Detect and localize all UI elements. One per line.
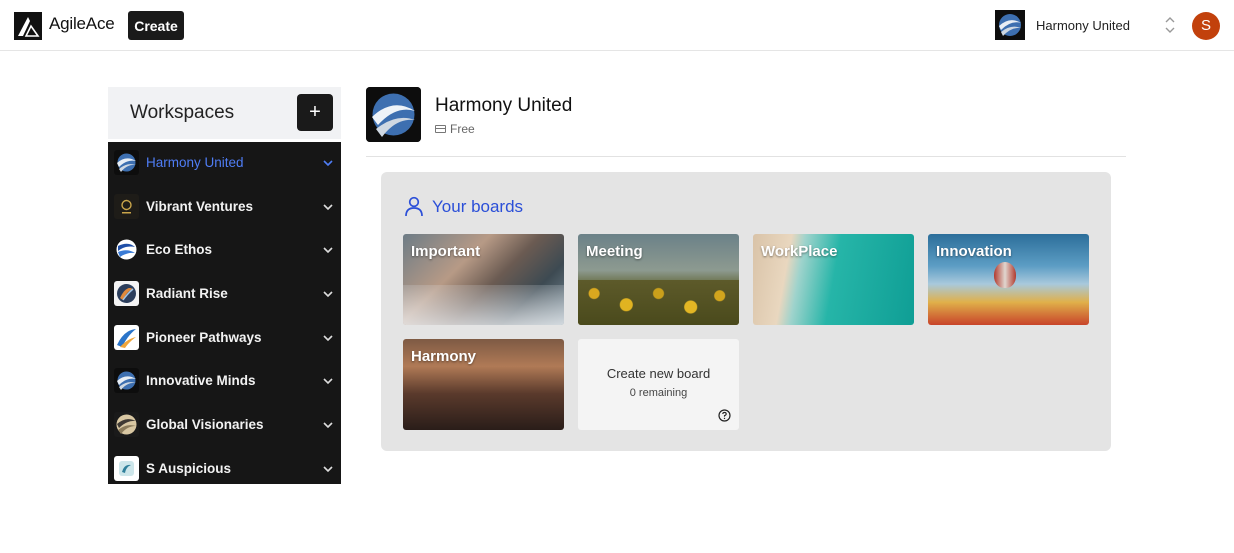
- board-background: [578, 280, 739, 325]
- eco-logo-icon: [114, 237, 139, 263]
- boards-remaining: 0 remaining: [629, 387, 688, 399]
- organization-logo-icon: [366, 87, 421, 142]
- innovative-logo-icon: [114, 368, 139, 394]
- create-button[interactable]: Create: [128, 11, 184, 40]
- user-icon: [405, 196, 423, 217]
- harmony-logo-icon: [114, 150, 139, 175]
- chevron-down-icon: [323, 160, 333, 167]
- board-card-meeting[interactable]: Meeting: [578, 234, 739, 325]
- sidebar-item-label: S Auspicious: [146, 460, 232, 476]
- sidebar-item-label: Radiant Rise: [146, 286, 228, 302]
- sidebar-item-label: Pioneer Pathways: [146, 329, 262, 345]
- sidebar-item-radiant-rise[interactable]: Radiant Rise: [108, 273, 341, 317]
- workspace-list: Harmony United Vibrant Ventures Eco Etho…: [108, 142, 341, 484]
- board-title: WorkPlace: [761, 243, 838, 260]
- workspaces-sidebar: Workspaces + Harmony United Vibrant Vent…: [108, 87, 341, 484]
- sidebar-item-label: Vibrant Ventures: [146, 198, 254, 214]
- top-bar: AgileAce Create Harmony United S: [0, 0, 1234, 51]
- workspaces-title: Workspaces: [130, 102, 235, 123]
- sidebar-item-harmony-united[interactable]: Harmony United: [108, 142, 341, 186]
- plan-label: Free: [450, 122, 475, 136]
- plan-badge: Free: [435, 122, 475, 136]
- chevron-down-icon: [323, 422, 333, 429]
- sidebar-item-label: Global Visionaries: [146, 417, 264, 433]
- agileace-logo-icon[interactable]: [14, 12, 42, 40]
- boards-title: Your boards: [432, 197, 524, 216]
- divider: [366, 156, 1126, 157]
- chevron-down-icon: [323, 291, 333, 298]
- board-title: Innovation: [936, 243, 1012, 260]
- board-title: Important: [411, 243, 481, 260]
- hot-air-balloon-image: [994, 262, 1016, 288]
- sidebar-item-s-auspicious[interactable]: S Auspicious: [108, 448, 341, 492]
- workspaces-header: Workspaces +: [108, 87, 341, 139]
- credit-card-icon: [435, 125, 446, 133]
- sidebar-item-pioneer-pathways[interactable]: Pioneer Pathways: [108, 317, 341, 361]
- radiant-logo-icon: [114, 281, 139, 307]
- global-logo-icon: [114, 412, 139, 438]
- sidebar-item-innovative-minds[interactable]: Innovative Minds: [108, 360, 341, 404]
- board-card-important[interactable]: Important: [403, 234, 564, 325]
- vibrant-logo-icon: [114, 193, 139, 219]
- pioneer-logo-icon: [114, 324, 139, 350]
- board-card-workplace[interactable]: WorkPlace: [753, 234, 914, 325]
- help-circle-icon[interactable]: [718, 409, 731, 422]
- organization-name: Harmony United: [435, 95, 573, 116]
- current-workspace-name: Harmony United: [1036, 18, 1130, 33]
- chevron-up-down-icon: [1163, 14, 1177, 36]
- create-new-board-button[interactable]: Create new board 0 remaining: [578, 339, 739, 430]
- sidebar-item-label: Harmony United: [146, 155, 244, 170]
- user-avatar[interactable]: S: [1192, 12, 1220, 40]
- board-title: Harmony: [411, 348, 477, 365]
- sidebar-item-vibrant-ventures[interactable]: Vibrant Ventures: [108, 186, 341, 230]
- sidebar-item-label: Eco Ethos: [146, 242, 213, 258]
- sidebar-item-global-visionaries[interactable]: Global Visionaries: [108, 404, 341, 448]
- chevron-down-icon: [323, 247, 333, 254]
- boards-panel: Your boards Important Meeting WorkPlace …: [381, 172, 1111, 451]
- board-title: Meeting: [586, 243, 643, 260]
- auspicious-logo-icon: [114, 455, 139, 481]
- create-board-title: Create new board: [606, 366, 711, 381]
- chevron-down-icon: [323, 378, 333, 385]
- board-card-harmony[interactable]: Harmony: [403, 339, 564, 430]
- chevron-down-icon: [323, 204, 333, 210]
- chevron-down-icon: [323, 335, 333, 341]
- board-card-innovation[interactable]: Innovation: [928, 234, 1089, 325]
- add-workspace-button[interactable]: +: [297, 94, 333, 131]
- sidebar-item-eco-ethos[interactable]: Eco Ethos: [108, 229, 341, 273]
- sidebar-item-label: Innovative Minds: [146, 373, 256, 389]
- app-name[interactable]: AgileAce: [49, 14, 115, 34]
- workspace-logo-icon: [995, 10, 1025, 40]
- board-background: [403, 285, 564, 325]
- workspace-switcher[interactable]: Harmony United: [995, 10, 1185, 40]
- chevron-down-icon: [323, 466, 333, 472]
